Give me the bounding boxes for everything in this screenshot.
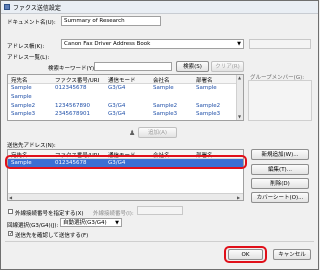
line-select-label: 回線選択(G3/G4)(J): — [7, 223, 59, 229]
add-button[interactable]: 追加(A) — [138, 127, 177, 138]
document-name-input[interactable]: Summary of Research — [61, 16, 161, 26]
comm-mode: G3/G4 — [108, 85, 126, 91]
department-name: Sample3 — [196, 111, 221, 117]
column-header[interactable]: 部署名 — [196, 76, 213, 84]
fax-icon — [4, 4, 10, 10]
company-name: Sample3 — [153, 111, 178, 117]
chevron-down-icon: ▼ — [237, 41, 241, 47]
chevron-down-icon: ▼ — [115, 220, 119, 226]
clear-button[interactable]: クリア(R) — [211, 61, 244, 72]
cancel-button[interactable]: キャンセル — [273, 249, 311, 260]
list-item[interactable]: Sample 012345678 G3/G4 Sample Sample — [8, 84, 237, 92]
selected-row-highlight — [5, 155, 247, 169]
window-title: ファクス送信設定 — [13, 5, 61, 12]
recipient-name: Sample — [11, 94, 32, 100]
new-recipient-button[interactable]: 新規追加(W)... — [251, 149, 309, 160]
person-icon: ♟ — [129, 129, 136, 137]
line-select-dropdown[interactable]: 自動選択(G3/G4) ▼ — [60, 218, 122, 227]
list-item[interactable]: Sample2 1234567890 G3/G4 Sample2 Sample2 — [8, 102, 237, 110]
fax-settings-dialog: ファクス送信設定 ドキュメント名(U): Summary of Research… — [0, 0, 319, 270]
address-book-label: アドレス帳(K): — [7, 44, 45, 50]
confirm-before-send-checkbox[interactable]: ✓ — [8, 231, 13, 237]
recipient-name: Sample — [11, 85, 32, 91]
column-header[interactable]: 通信モード — [108, 76, 136, 84]
delete-button[interactable]: 削除(D) — [251, 178, 309, 189]
search-keyword-input[interactable] — [94, 62, 172, 71]
company-name: Sample2 — [153, 103, 178, 109]
outside-line-number-label: 外線接続番号(I): — [93, 211, 134, 217]
recipients-label: 送信先アドレス(N): — [7, 143, 56, 149]
address-list-label: アドレス一覧(L): — [7, 55, 50, 61]
outside-line-number-input[interactable] — [137, 206, 183, 215]
address-book-extra-field — [249, 39, 311, 49]
outside-line-checkbox[interactable] — [8, 209, 13, 214]
address-list-table: 宛先名 ファクス番号/URI 通信モード 会社名 部署名 Sample 0123… — [7, 74, 244, 121]
column-header[interactable]: 宛先名 — [11, 76, 28, 84]
comm-mode: G3/G4 — [108, 103, 126, 109]
document-name-label: ドキュメント名(U): — [7, 20, 56, 26]
fax-number: 012345678 — [55, 85, 87, 91]
edit-button[interactable]: 編集(T)... — [251, 164, 309, 175]
scroll-up-icon[interactable]: ▲ — [238, 75, 241, 80]
department-name: Sample2 — [196, 103, 221, 109]
address-list-header: 宛先名 ファクス番号/URI 通信モード 会社名 部署名 — [8, 75, 237, 84]
group-member-list — [248, 80, 312, 121]
divider — [5, 241, 314, 242]
search-keyword-label: 検索キーワード(Y): — [48, 66, 97, 72]
scroll-right-icon[interactable]: ▶ — [237, 195, 240, 200]
vertical-scrollbar[interactable]: ▲ ▼ — [236, 75, 243, 120]
list-item[interactable]: Sample3 2345678901 G3/G4 Sample3 Sample3 — [8, 110, 237, 118]
column-header[interactable]: ファクス番号/URI — [55, 76, 99, 84]
title-bar: ファクス送信設定 — [1, 1, 318, 14]
ok-button[interactable]: OK — [228, 249, 263, 260]
comm-mode: G3/G4 — [108, 111, 126, 117]
fax-number: 2345678901 — [55, 111, 90, 117]
scroll-left-icon[interactable]: ◀ — [9, 195, 12, 200]
fax-number: 1234567890 — [55, 103, 90, 109]
list-item[interactable]: Sample — [8, 93, 237, 101]
recipient-name: Sample2 — [11, 103, 36, 109]
address-book-value: Canon Fax Driver Address Book — [64, 41, 151, 47]
cover-sheet-button[interactable]: カバーシート(O)... — [251, 192, 309, 203]
confirm-before-send-label: 送信先を確認して送信する(F) — [15, 233, 89, 239]
department-name: Sample — [196, 85, 217, 91]
line-select-value: 自動選択(G3/G4) — [63, 220, 107, 226]
scroll-down-icon[interactable]: ▼ — [238, 114, 241, 119]
horizontal-scrollbar[interactable]: ◀ ▶ — [8, 193, 243, 200]
company-name: Sample — [153, 85, 174, 91]
search-button[interactable]: 検索(S) — [176, 61, 209, 72]
recipient-name: Sample3 — [11, 111, 36, 117]
address-book-select[interactable]: Canon Fax Driver Address Book ▼ — [61, 39, 244, 49]
outside-line-label: 外線接続番号を指定する(X) — [15, 211, 84, 217]
column-header[interactable]: 会社名 — [153, 76, 170, 84]
